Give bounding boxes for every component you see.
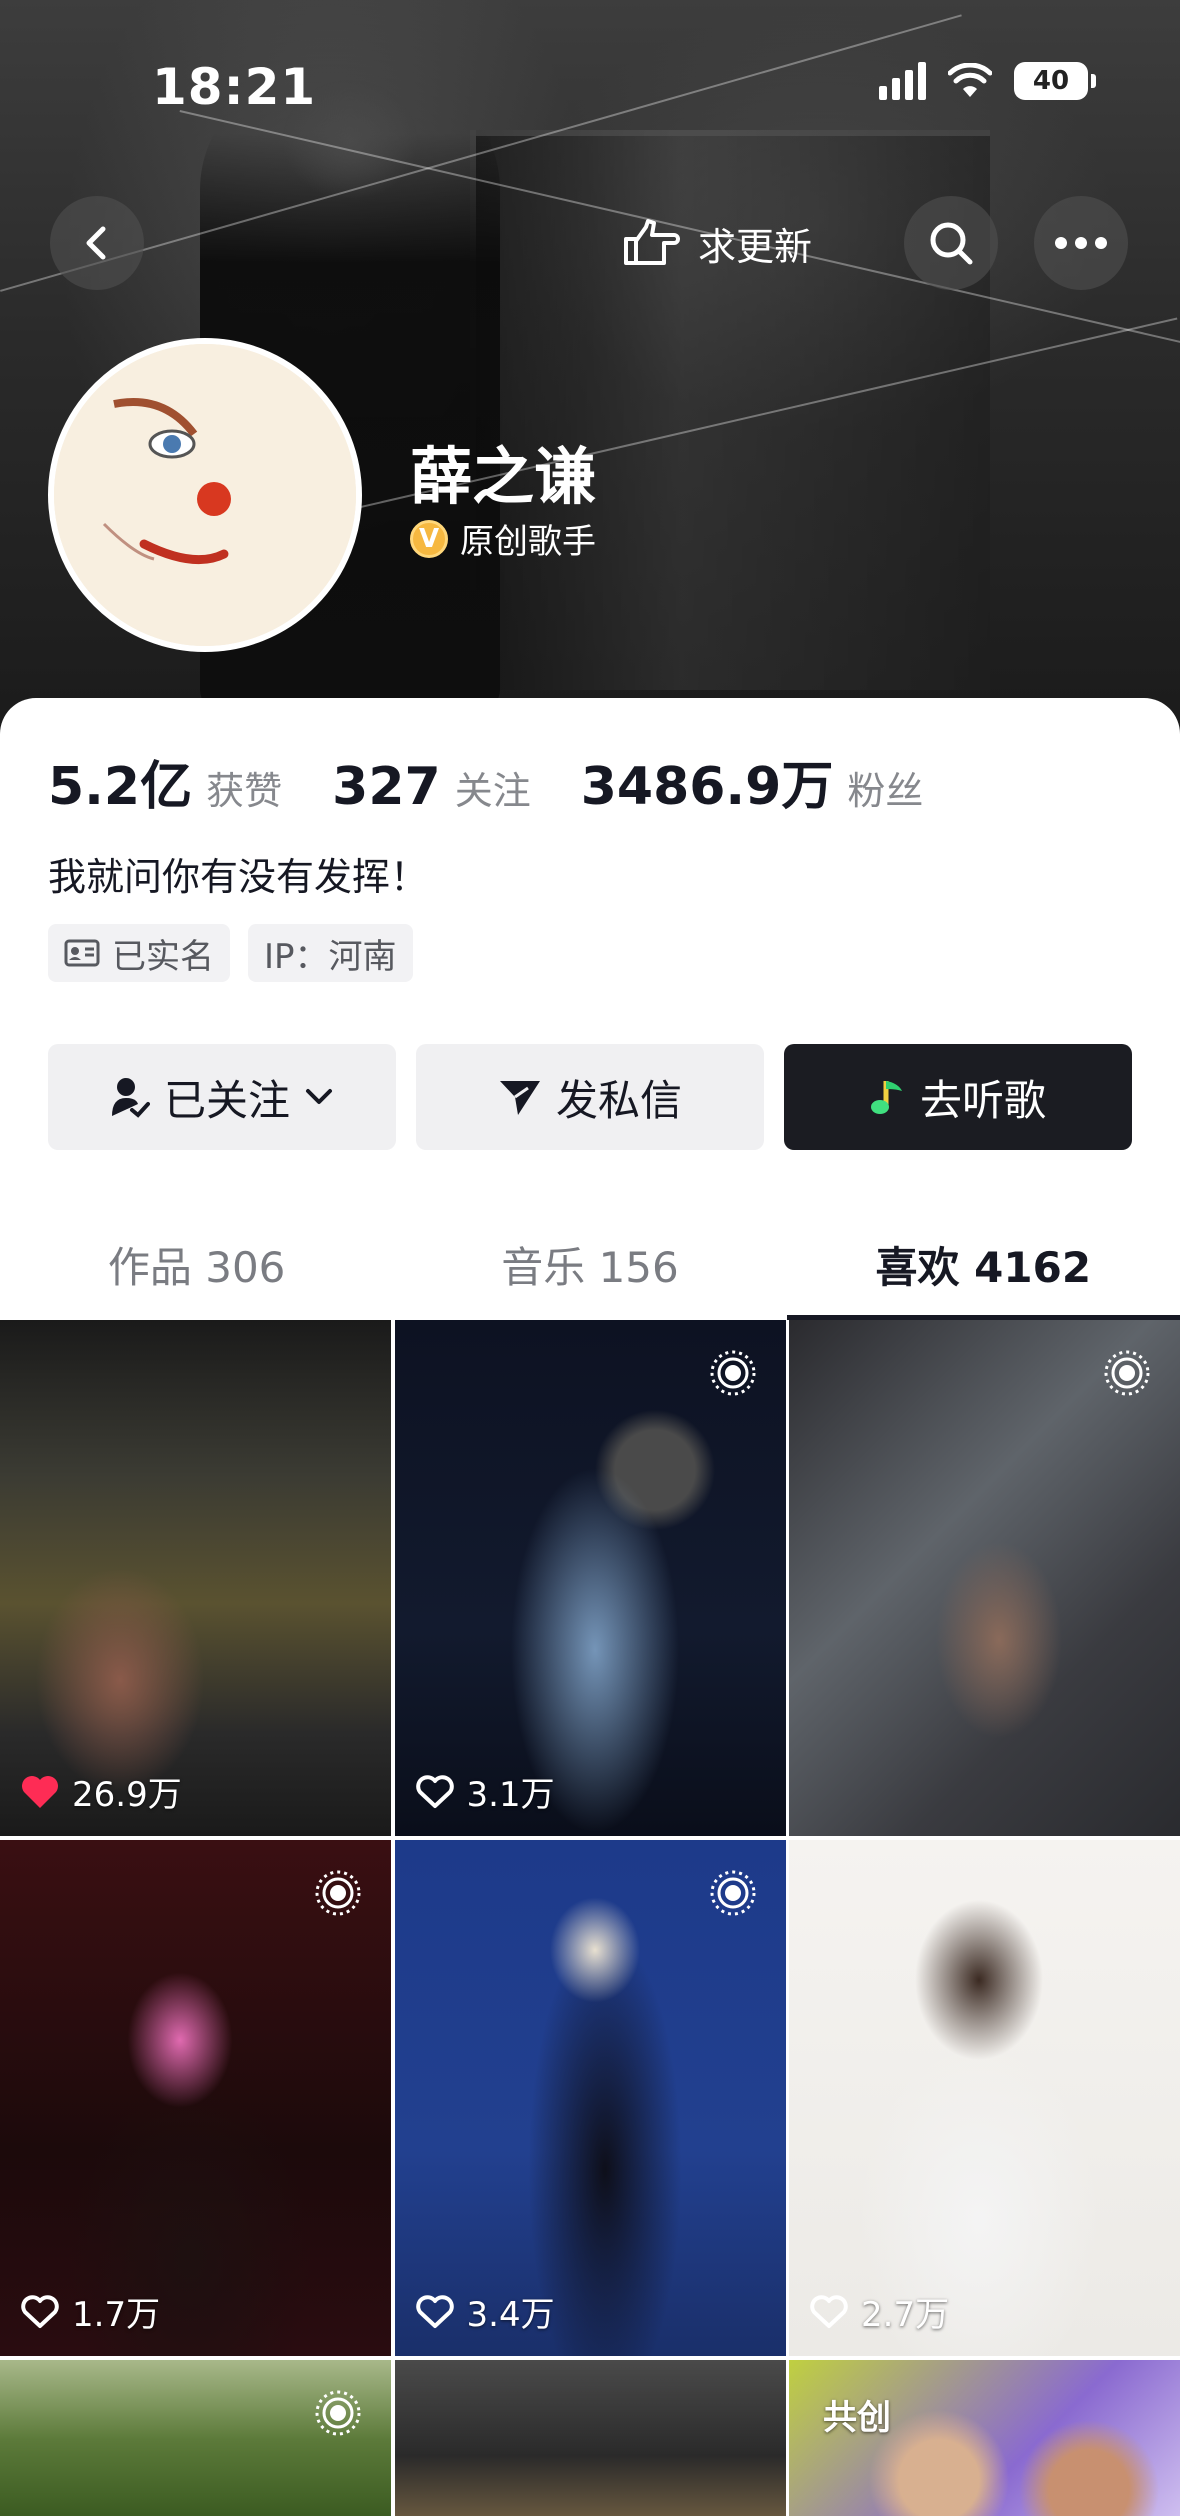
video-likes: 3.1万 bbox=[415, 1767, 555, 1816]
request-update-button[interactable]: 求更新 bbox=[620, 196, 812, 290]
listen-music-label: 去听歌 bbox=[919, 1075, 1046, 1125]
verified-badge-icon: V bbox=[410, 519, 448, 558]
followers-label[interactable]: 粉丝 bbox=[847, 760, 923, 815]
following-count[interactable]: 327 bbox=[332, 757, 441, 817]
profile-card: 5.2亿 获赞 327 关注 3486.9万 粉丝 我就问你有没有发挥！ 已实名… bbox=[0, 698, 1180, 2516]
verified-row: V 原创歌手 bbox=[410, 514, 596, 563]
ip-location-tag: IP：河南 bbox=[248, 924, 413, 982]
live-photo-icon bbox=[315, 1870, 361, 1916]
video-tile[interactable]: 共创 bbox=[789, 2360, 1180, 2516]
tab-works[interactable]: 作品 306 bbox=[0, 1208, 393, 1320]
profile-tabs: 作品 306 音乐 156 喜欢 4162 bbox=[0, 1208, 1180, 1320]
request-update-label: 求更新 bbox=[698, 224, 813, 269]
more-dots-icon bbox=[1055, 237, 1107, 249]
avatar-painting bbox=[54, 344, 356, 646]
video-tile[interactable]: 26.9万 bbox=[0, 1320, 391, 1836]
video-tile[interactable]: 2.7万 bbox=[789, 1840, 1180, 2356]
live-photo-icon bbox=[710, 1350, 755, 1396]
video-likes: 2.7万 bbox=[809, 2287, 949, 2336]
likes-label: 获赞 bbox=[206, 769, 283, 813]
video-tile[interactable] bbox=[394, 2360, 786, 2516]
video-tile[interactable]: 1.7万 bbox=[0, 1840, 391, 2356]
ip-location-label: IP：河南 bbox=[264, 936, 397, 977]
user-check-icon bbox=[111, 1078, 150, 1118]
send-icon bbox=[499, 1081, 540, 1115]
video-likes-count: 3.1万 bbox=[466, 1775, 555, 1815]
video-tile[interactable]: 3.4万 bbox=[394, 1840, 786, 2356]
heart-outline-icon bbox=[415, 1774, 454, 1808]
following-button[interactable]: 已关注 bbox=[48, 1044, 396, 1150]
followers-count[interactable]: 3486.9万 bbox=[581, 744, 834, 819]
wifi-icon bbox=[948, 63, 992, 97]
more-button[interactable] bbox=[1034, 196, 1128, 290]
live-photo-icon bbox=[1104, 1350, 1150, 1396]
profile-tags: 已实名 IP：河南 bbox=[48, 924, 413, 982]
heart-filled-icon bbox=[22, 1775, 58, 1808]
heart-outline-icon bbox=[415, 2294, 454, 2328]
video-tile[interactable]: 3.1万 bbox=[394, 1320, 786, 1836]
profile-name: 薛之谦 bbox=[410, 440, 597, 513]
tab-music[interactable]: 音乐 156 bbox=[393, 1208, 786, 1320]
verified-name-tag[interactable]: 已实名 bbox=[48, 924, 230, 982]
video-likes-count: 1.7万 bbox=[72, 2295, 161, 2335]
heart-outline-icon bbox=[810, 2294, 848, 2328]
video-tile[interactable] bbox=[789, 1320, 1180, 1836]
id-card-icon bbox=[64, 939, 100, 967]
video-likes: 26.9万 bbox=[20, 1767, 182, 1816]
pointing-hand-icon bbox=[624, 219, 680, 265]
live-photo-icon bbox=[710, 1870, 755, 1916]
status-icons: 40 bbox=[879, 62, 1096, 100]
verified-title: 原创歌手 bbox=[460, 522, 596, 562]
following-label[interactable]: 关注 bbox=[455, 760, 531, 815]
status-time: 18:21 bbox=[152, 58, 317, 116]
message-button[interactable]: 发私信 bbox=[416, 1044, 764, 1150]
co-create-badge: 共创 bbox=[823, 2398, 891, 2438]
video-likes-count: 3.4万 bbox=[466, 2295, 555, 2335]
search-button[interactable] bbox=[904, 196, 998, 290]
profile-bio: 我就问你有没有发挥！ bbox=[48, 855, 429, 899]
profile-actions: 已关注 发私信 去听歌 bbox=[48, 1044, 1132, 1150]
signal-icon bbox=[879, 62, 926, 100]
music-note-icon bbox=[870, 1081, 902, 1114]
search-icon bbox=[930, 222, 973, 265]
battery-icon: 40 bbox=[1014, 62, 1096, 100]
video-likes: 1.7万 bbox=[20, 2287, 160, 2336]
video-likes-count: 2.7万 bbox=[861, 2295, 950, 2335]
video-likes: 3.4万 bbox=[415, 2287, 555, 2336]
live-photo-icon bbox=[315, 2390, 361, 2436]
video-grid: 26.9万 3.1万 1.7万 3.4万 2.7万 共创 bbox=[0, 1320, 1180, 2516]
following-button-label: 已关注 bbox=[163, 1075, 290, 1125]
back-button[interactable] bbox=[50, 196, 144, 290]
avatar[interactable] bbox=[48, 338, 362, 652]
likes-count: 5.2亿 bbox=[48, 757, 193, 817]
verified-name-label: 已实名 bbox=[112, 936, 214, 977]
listen-music-button[interactable]: 去听歌 bbox=[784, 1044, 1132, 1150]
chevron-left-icon bbox=[86, 226, 106, 260]
video-tile[interactable] bbox=[0, 2360, 391, 2516]
profile-stats: 5.2亿 获赞 327 关注 3486.9万 粉丝 bbox=[48, 744, 973, 819]
video-likes-count: 26.9万 bbox=[72, 1775, 182, 1815]
message-button-label: 发私信 bbox=[555, 1075, 682, 1125]
chevron-down-icon bbox=[306, 1089, 332, 1104]
heart-outline-icon bbox=[21, 2294, 59, 2328]
tab-likes[interactable]: 喜欢 4162 bbox=[786, 1208, 1180, 1320]
